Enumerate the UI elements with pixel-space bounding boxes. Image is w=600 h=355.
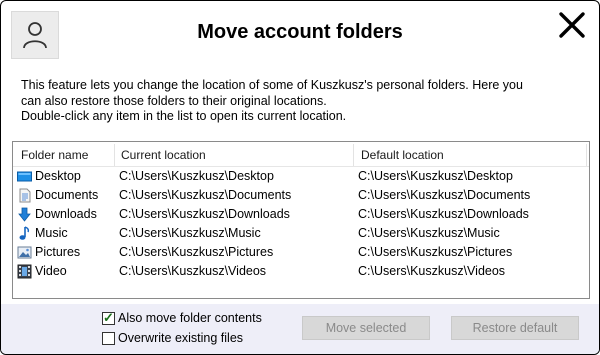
documents-folder-icon bbox=[19, 188, 31, 203]
column-separator[interactable] bbox=[353, 144, 354, 166]
move-contents-label[interactable]: Also move folder contents bbox=[118, 311, 262, 325]
default-location: C:\Users\Kuszkusz\Documents bbox=[358, 188, 531, 202]
overwrite-files-checkbox[interactable] bbox=[102, 332, 115, 345]
desktop-folder-icon bbox=[17, 171, 32, 182]
default-location: C:\Users\Kuszkusz\Pictures bbox=[358, 245, 513, 259]
column-separator[interactable] bbox=[114, 144, 115, 166]
move-contents-checkbox[interactable] bbox=[102, 310, 115, 326]
folder-name: Desktop bbox=[35, 169, 81, 183]
default-location: C:\Users\Kuszkusz\Music bbox=[358, 226, 500, 240]
folders-list[interactable]: Folder name Current location Default loc… bbox=[12, 141, 590, 299]
description-line: This feature lets you change the locatio… bbox=[21, 78, 523, 92]
current-location: C:\Users\Kuszkusz\Music bbox=[119, 226, 261, 240]
table-row[interactable]: Desktop C:\Users\Kuszkusz\Desktop C:\Use… bbox=[13, 167, 589, 186]
current-location: C:\Users\Kuszkusz\Downloads bbox=[119, 207, 290, 221]
pictures-folder-icon bbox=[17, 246, 32, 259]
current-location: C:\Users\Kuszkusz\Videos bbox=[119, 264, 267, 278]
close-icon bbox=[559, 12, 585, 38]
description-line: Double-click any item in the list to ope… bbox=[21, 109, 347, 123]
table-row[interactable]: Video C:\Users\Kuszkusz\Videos C:\Users\… bbox=[13, 262, 589, 281]
table-row[interactable]: Pictures C:\Users\Kuszkusz\Pictures C:\U… bbox=[13, 243, 589, 262]
current-location: C:\Users\Kuszkusz\Documents bbox=[119, 188, 292, 202]
table-row[interactable]: Downloads C:\Users\Kuszkusz\Downloads C:… bbox=[13, 205, 589, 224]
column-separator[interactable] bbox=[586, 144, 587, 166]
table-row[interactable]: Music C:\Users\Kuszkusz\Music C:\Users\K… bbox=[13, 224, 589, 243]
downloads-folder-icon bbox=[18, 207, 31, 222]
folder-name: Video bbox=[35, 264, 67, 278]
video-folder-icon bbox=[17, 264, 32, 279]
move-selected-button[interactable]: Move selected bbox=[302, 316, 430, 340]
folder-name: Documents bbox=[35, 188, 99, 202]
column-header-current-location[interactable]: Current location bbox=[121, 148, 206, 162]
folder-name: Downloads bbox=[35, 207, 97, 221]
current-location: C:\Users\Kuszkusz\Desktop bbox=[119, 169, 274, 183]
default-location: C:\Users\Kuszkusz\Downloads bbox=[358, 207, 529, 221]
table-row[interactable]: Documents C:\Users\Kuszkusz\Documents C:… bbox=[13, 186, 589, 205]
column-header-default-location[interactable]: Default location bbox=[361, 148, 444, 162]
close-button[interactable] bbox=[558, 11, 586, 39]
column-header-folder-name[interactable]: Folder name bbox=[21, 148, 88, 162]
dialog-title: Move account folders bbox=[197, 21, 403, 43]
dialog-description: This feature lets you change the locatio… bbox=[21, 78, 581, 125]
folder-name: Pictures bbox=[35, 245, 81, 259]
overwrite-files-label[interactable]: Overwrite existing files bbox=[118, 331, 243, 345]
current-location: C:\Users\Kuszkusz\Pictures bbox=[119, 245, 274, 259]
music-folder-icon bbox=[19, 226, 30, 240]
restore-default-button[interactable]: Restore default bbox=[451, 316, 579, 340]
move-folders-dialog: Move account folders This feature lets y… bbox=[0, 0, 600, 355]
description-line: can also restore those folders to their … bbox=[21, 93, 327, 108]
list-header: Folder name Current location Default loc… bbox=[13, 144, 589, 167]
folder-name: Music bbox=[35, 226, 68, 240]
default-location: C:\Users\Kuszkusz\Desktop bbox=[358, 169, 513, 183]
dialog-footer: Also move folder contents Overwrite exis… bbox=[1, 304, 599, 354]
default-location: C:\Users\Kuszkusz\Videos bbox=[358, 264, 506, 278]
